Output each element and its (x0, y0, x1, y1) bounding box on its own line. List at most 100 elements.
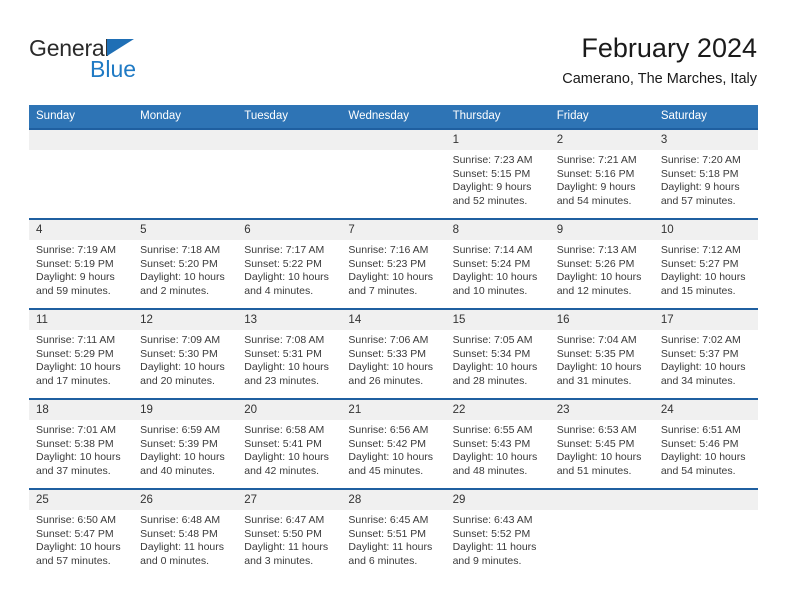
calendar-day-cell[interactable]: 24 Sunrise: 6:51 AM Sunset: 5:46 PM Dayligh… (653, 400, 758, 488)
calendar-day-cell[interactable]: 22 Sunrise: 6:55 AM Sunset: 5:43 PM Dayligh… (445, 400, 550, 488)
sunrise-time: Sunrise: 7:19 AM (36, 244, 116, 256)
logo-text-blue: Blue (90, 56, 137, 82)
calendar-day-cell[interactable]: 4 Sunrise: 7:19 AM Sunset: 5:19 PM Daylight… (29, 220, 134, 308)
sunrise-time: Sunrise: 6:43 AM (452, 514, 533, 526)
sunrise-time: Sunrise: 7:16 AM (348, 244, 429, 256)
sunrise-time: Sunrise: 7:09 AM (140, 334, 221, 346)
sunrise-time: Sunrise: 6:48 AM (140, 514, 221, 526)
calendar-week-row: 18 Sunrise: 7:01 AM Sunset: 5:38 PM Dayligh… (29, 400, 758, 488)
calendar-day-cell[interactable]: 26 Sunrise: 6:48 AM Sunset: 5:48 PM Dayligh… (133, 490, 238, 578)
daylight-duration-line2: and 45 minutes. (348, 464, 424, 477)
day-number: 19 (133, 400, 238, 420)
day-number (133, 130, 238, 150)
calendar-day-cell[interactable]: 3 Sunrise: 7:20 AM Sunset: 5:18 PM Daylight… (653, 130, 758, 218)
sunset-time: Sunset: 5:19 PM (36, 257, 114, 270)
sunrise-time: Sunrise: 6:58 AM (244, 424, 325, 436)
sunset-time: Sunset: 5:42 PM (348, 437, 427, 450)
day-sun-info: Sunrise: 6:55 AM Sunset: 5:43 PM Daylight:… (446, 420, 550, 478)
sunrise-time: Sunrise: 6:51 AM (660, 424, 741, 436)
sunset-time: Sunset: 5:22 PM (244, 257, 322, 270)
day-number (341, 130, 446, 150)
day-sun-info: Sunrise: 7:19 AM Sunset: 5:19 PM Daylight:… (29, 240, 133, 298)
sunset-time: Sunset: 5:38 PM (36, 437, 114, 450)
day-sun-info: Sunrise: 7:18 AM Sunset: 5:20 PM Daylight:… (133, 240, 237, 298)
calendar-day-cell[interactable]: 20 Sunrise: 6:58 AM Sunset: 5:41 PM Dayligh… (237, 400, 342, 488)
calendar-week-row: 1 Sunrise: 7:23 AM Sunset: 5:15 PM Daylight… (29, 130, 758, 218)
daylight-duration-line2: and 52 minutes. (452, 194, 528, 207)
daylight-duration-line2: and 9 minutes. (452, 554, 522, 567)
calendar-day-cell[interactable]: 23 Sunrise: 6:53 AM Sunset: 5:45 PM Dayligh… (549, 400, 654, 488)
calendar-day-cell[interactable]: 29 Sunrise: 6:43 AM Sunset: 5:52 PM Dayligh… (445, 490, 550, 578)
daylight-duration-line1: Daylight: 10 hours (452, 271, 538, 284)
day-sun-info: Sunrise: 6:45 AM Sunset: 5:51 PM Daylight:… (341, 510, 445, 568)
calendar-day-cell[interactable]: 17 Sunrise: 7:02 AM Sunset: 5:37 PM Dayligh… (653, 310, 758, 398)
sunset-time: Sunset: 5:31 PM (244, 347, 322, 360)
calendar-day-cell[interactable]: 15 Sunrise: 7:05 AM Sunset: 5:34 PM Dayligh… (445, 310, 550, 398)
day-sun-info: Sunrise: 7:11 AM Sunset: 5:29 PM Daylight:… (29, 330, 133, 388)
sunrise-time: Sunrise: 7:21 AM (556, 154, 637, 166)
calendar-day-cell[interactable]: 14 Sunrise: 7:06 AM Sunset: 5:33 PM Dayligh… (341, 310, 446, 398)
calendar-day-cell[interactable]: 18 Sunrise: 7:01 AM Sunset: 5:38 PM Dayligh… (29, 400, 134, 488)
sunset-time: Sunset: 5:37 PM (660, 347, 739, 360)
sunset-time: Sunset: 5:29 PM (36, 347, 114, 360)
calendar-table: Sunday Monday Tuesday Wednesday Thursday… (29, 105, 758, 578)
daylight-duration-line1: Daylight: 11 hours (140, 541, 224, 554)
calendar-day-cell[interactable]: 16 Sunrise: 7:04 AM Sunset: 5:35 PM Dayligh… (549, 310, 654, 398)
page-title: February 2024 (581, 33, 757, 63)
day-sun-info: Sunrise: 7:13 AM Sunset: 5:26 PM Daylight:… (550, 240, 654, 298)
daylight-duration-line1: Daylight: 9 hours (660, 181, 740, 194)
daylight-duration-line1: Daylight: 11 hours (452, 541, 537, 554)
calendar-week-row: 4 Sunrise: 7:19 AM Sunset: 5:19 PM Daylight… (29, 220, 758, 308)
sunrise-time: Sunrise: 6:50 AM (36, 514, 116, 526)
calendar-day-cell[interactable]: 10 Sunrise: 7:12 AM Sunset: 5:27 PM Dayligh… (653, 220, 758, 308)
day-number: 23 (549, 400, 654, 420)
daylight-duration-line2: and 48 minutes. (452, 464, 528, 477)
calendar-day-cell[interactable]: 2 Sunrise: 7:21 AM Sunset: 5:16 PM Daylight… (549, 130, 654, 218)
calendar-day-cell[interactable]: 6 Sunrise: 7:17 AM Sunset: 5:22 PM Daylight… (237, 220, 342, 308)
calendar-day-cell[interactable]: 5 Sunrise: 7:18 AM Sunset: 5:20 PM Daylight… (133, 220, 238, 308)
calendar-day-cell[interactable]: 7 Sunrise: 7:16 AM Sunset: 5:23 PM Daylight… (341, 220, 446, 308)
calendar-day-cell[interactable]: 13 Sunrise: 7:08 AM Sunset: 5:31 PM Dayligh… (237, 310, 342, 398)
day-sun-info: Sunrise: 7:06 AM Sunset: 5:33 PM Daylight:… (341, 330, 445, 388)
calendar-day-cell[interactable]: 27 Sunrise: 6:47 AM Sunset: 5:50 PM Dayligh… (237, 490, 342, 578)
sunset-time: Sunset: 5:45 PM (556, 437, 635, 450)
sunrise-time: Sunrise: 7:02 AM (660, 334, 741, 346)
calendar-day-cell[interactable]: 28 Sunrise: 6:45 AM Sunset: 5:51 PM Dayligh… (341, 490, 446, 578)
daylight-duration-line1: Daylight: 10 hours (140, 271, 225, 284)
daylight-duration-line2: and 54 minutes. (556, 194, 632, 207)
daylight-duration-line2: and 10 minutes. (452, 284, 528, 297)
calendar-day-cell-empty (653, 490, 758, 578)
weekday-header-saturday: Saturday (653, 105, 758, 128)
sunset-time: Sunset: 5:46 PM (660, 437, 739, 450)
calendar-day-cell[interactable]: 21 Sunrise: 6:56 AM Sunset: 5:42 PM Dayligh… (341, 400, 446, 488)
day-number: 11 (29, 310, 134, 330)
calendar-day-cell[interactable]: 9 Sunrise: 7:13 AM Sunset: 5:26 PM Daylight… (549, 220, 654, 308)
calendar-day-cell[interactable]: 25 Sunrise: 6:50 AM Sunset: 5:47 PM Dayligh… (29, 490, 134, 578)
daylight-duration-line1: Daylight: 10 hours (348, 451, 434, 464)
calendar-day-cell[interactable]: 11 Sunrise: 7:11 AM Sunset: 5:29 PM Dayligh… (29, 310, 134, 398)
daylight-duration-line1: Daylight: 11 hours (244, 541, 329, 554)
sunrise-time: Sunrise: 7:23 AM (452, 154, 533, 166)
daylight-duration-line2: and 40 minutes. (140, 464, 215, 477)
calendar-day-cell[interactable]: 19 Sunrise: 6:59 AM Sunset: 5:39 PM Dayligh… (133, 400, 238, 488)
daylight-duration-line2: and 4 minutes. (244, 284, 314, 297)
daylight-duration-line2: and 42 minutes. (244, 464, 319, 477)
sunrise-time: Sunrise: 7:04 AM (556, 334, 637, 346)
day-number: 29 (445, 490, 550, 510)
day-number (549, 490, 654, 510)
day-number (653, 490, 758, 510)
daylight-duration-line1: Daylight: 10 hours (348, 271, 434, 284)
calendar-day-cell[interactable]: 8 Sunrise: 7:14 AM Sunset: 5:24 PM Daylight… (445, 220, 550, 308)
calendar-day-cell[interactable]: 12 Sunrise: 7:09 AM Sunset: 5:30 PM Dayligh… (133, 310, 238, 398)
daylight-duration-line2: and 7 minutes. (348, 284, 418, 297)
daylight-duration-line1: Daylight: 10 hours (660, 361, 746, 374)
sunrise-time: Sunrise: 6:47 AM (244, 514, 325, 526)
day-sun-info: Sunrise: 7:23 AM Sunset: 5:15 PM Daylight:… (446, 150, 550, 208)
daylight-duration-line2: and 12 minutes. (556, 284, 632, 297)
day-number: 3 (653, 130, 758, 150)
sunrise-time: Sunrise: 7:18 AM (140, 244, 221, 256)
calendar-week-row: 25 Sunrise: 6:50 AM Sunset: 5:47 PM Dayligh… (29, 490, 758, 578)
daylight-duration-line1: Daylight: 10 hours (452, 361, 538, 374)
sunset-time: Sunset: 5:43 PM (452, 437, 531, 450)
calendar-day-cell[interactable]: 1 Sunrise: 7:23 AM Sunset: 5:15 PM Daylight… (445, 130, 550, 218)
